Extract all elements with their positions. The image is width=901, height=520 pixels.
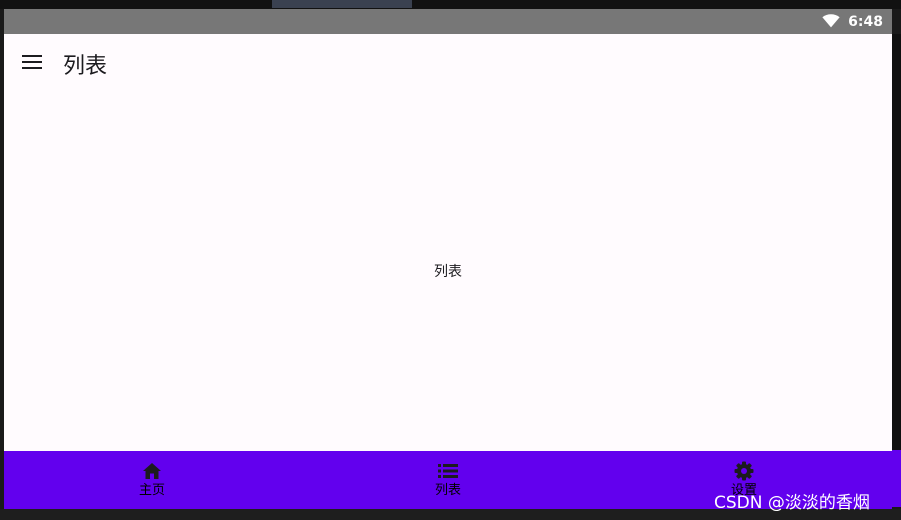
- top-app-bar: 列表: [4, 34, 892, 98]
- main-content: 列表: [4, 98, 892, 450]
- status-icons: 6:48: [822, 12, 883, 32]
- content-text: 列表: [434, 264, 462, 280]
- window-right-edge: [892, 34, 901, 450]
- emulator-screen: 6:48 列表 列表 主页 列表 设置: [4, 9, 892, 509]
- window-top-strip: [0, 0, 901, 9]
- nav-item-home[interactable]: 主页: [92, 451, 212, 509]
- settings-icon: [734, 461, 754, 481]
- list-icon: [438, 461, 458, 481]
- page-title: 列表: [63, 54, 108, 79]
- nav-label-home: 主页: [138, 483, 165, 498]
- nav-label-list: 列表: [434, 483, 461, 498]
- home-icon: [142, 461, 162, 481]
- menu-icon: [21, 54, 43, 74]
- nav-item-list[interactable]: 列表: [388, 451, 508, 509]
- window-top-tab: [272, 0, 412, 8]
- status-bar: 6:48: [4, 9, 892, 34]
- window-right-edge-accent: [892, 450, 901, 507]
- status-time: 6:48: [848, 14, 883, 30]
- menu-button[interactable]: [16, 48, 48, 80]
- watermark-text: CSDN @淡淡的香烟: [714, 493, 870, 513]
- wifi-icon: [822, 13, 840, 32]
